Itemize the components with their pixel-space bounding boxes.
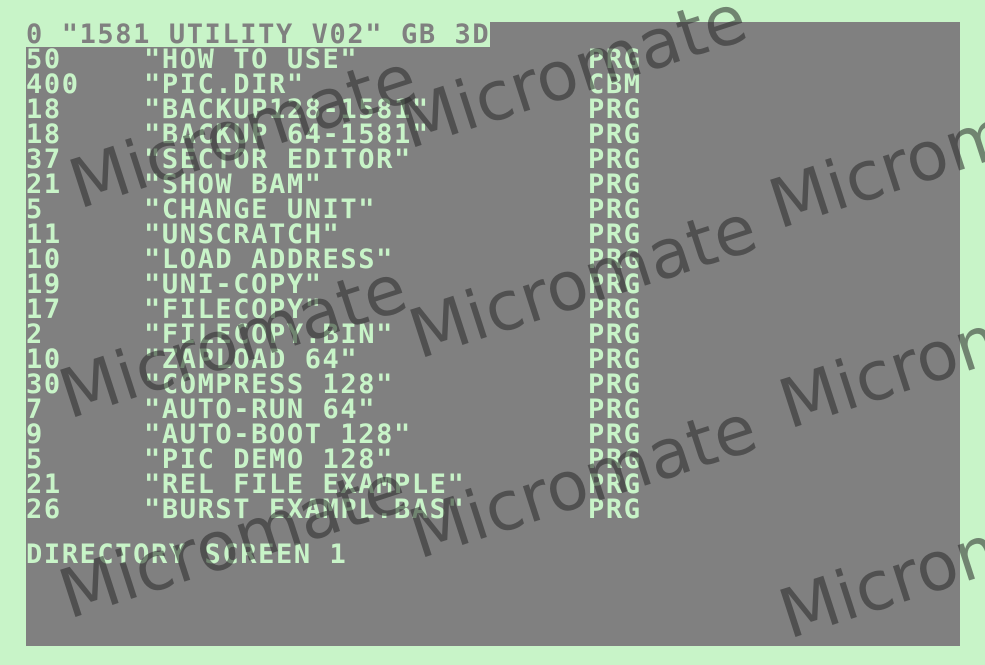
entry-filetype: PRG	[588, 494, 642, 525]
directory-entry: 26 "BURST EXAMPL.BAS" PRG	[26, 494, 726, 525]
c64-directory-screenshot: { "colors": { "border": "#c8f4c8", "scre…	[0, 0, 985, 665]
footer-text: DIRECTORY SCREEN 1	[26, 539, 348, 570]
entry-filename: "BURST EXAMPL.BAS"	[144, 494, 466, 525]
c64-screen: 0 "1581 UTILITY V02" GB 3D 50 "HOW TO USE…	[26, 22, 960, 646]
entry-blocks: 26	[26, 494, 62, 525]
